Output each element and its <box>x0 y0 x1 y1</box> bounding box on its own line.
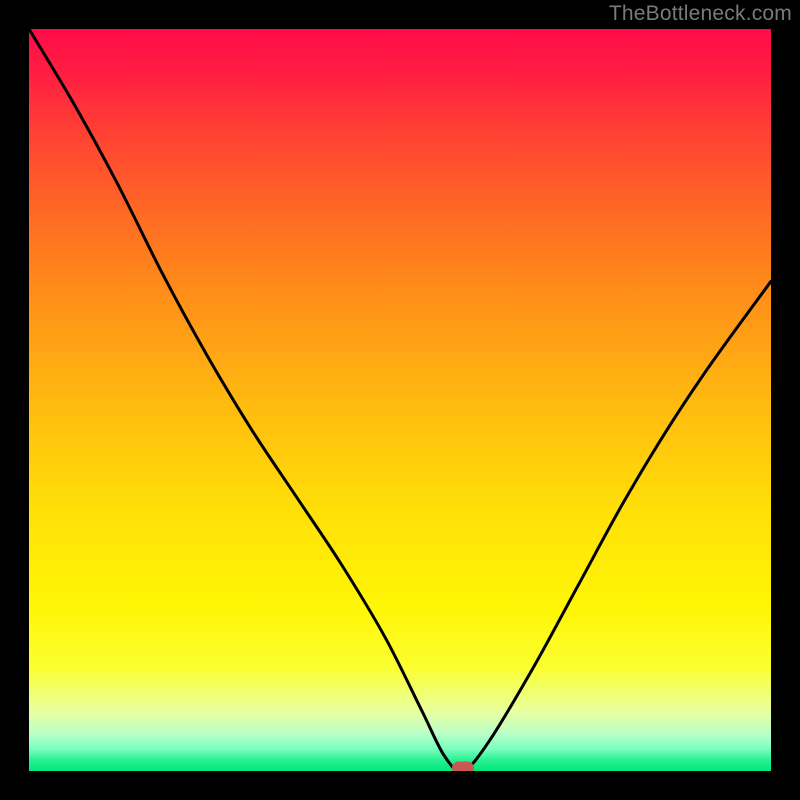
bottleneck-curve <box>29 29 771 771</box>
optimal-point-marker <box>452 762 474 772</box>
plot-area <box>29 29 771 771</box>
chart-frame: TheBottleneck.com <box>0 0 800 800</box>
attribution-label: TheBottleneck.com <box>609 2 792 26</box>
